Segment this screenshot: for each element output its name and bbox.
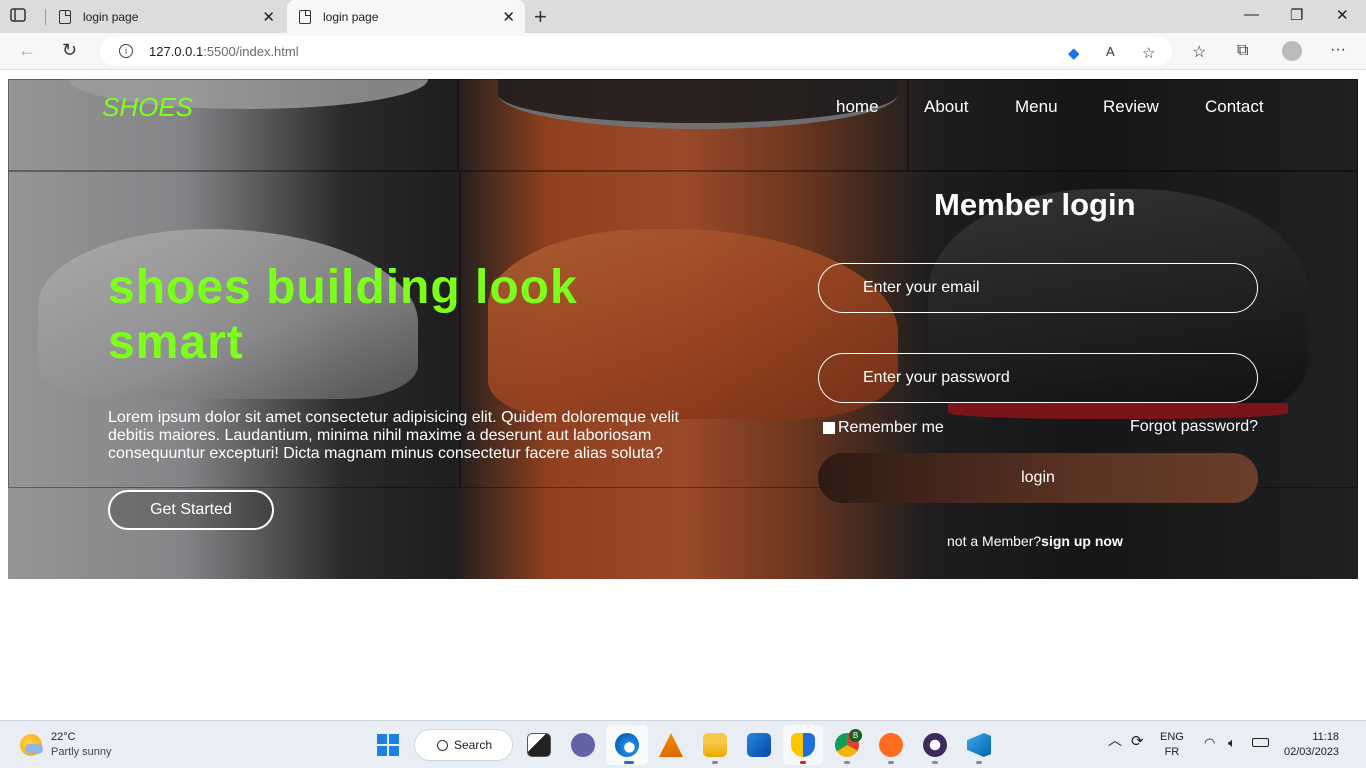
volume-icon[interactable]: 🔈︎ xyxy=(1228,735,1236,750)
taskbar: 22°C Partly sunny Search B ︿ ⟳ ENG FR ◠ … xyxy=(0,720,1366,768)
task-view-icon[interactable] xyxy=(527,733,551,757)
partly-sunny-icon xyxy=(20,734,43,756)
login-button[interactable]: login xyxy=(818,453,1258,503)
favorites-icon[interactable]: ☆ xyxy=(1192,42,1206,62)
language-code: ENG xyxy=(1160,731,1184,743)
weather-temp: 22°C xyxy=(51,731,76,743)
edge-icon[interactable] xyxy=(615,733,639,757)
clock-date: 02/03/2023 xyxy=(1284,746,1340,758)
shopping-tag-icon[interactable]: ◆ xyxy=(1068,44,1080,62)
tab-actions-icon[interactable] xyxy=(10,7,30,25)
close-tab-icon[interactable]: ✕ xyxy=(502,8,515,26)
input-language[interactable]: ENG FR xyxy=(1160,730,1184,760)
browser-tab-active[interactable]: login page ✕ xyxy=(287,0,525,33)
checkbox-icon[interactable] xyxy=(823,422,835,434)
weather-desc: Partly sunny xyxy=(51,746,112,758)
forgot-password-link[interactable]: Forgot password? xyxy=(1130,418,1258,436)
alert-indicator xyxy=(800,761,806,764)
clock[interactable]: 11:18 02/03/2023 xyxy=(1284,730,1339,760)
back-icon[interactable]: ← xyxy=(18,40,36,61)
site-logo[interactable]: SHOES xyxy=(102,92,193,123)
email-field[interactable] xyxy=(818,263,1258,313)
clock-time: 11:18 xyxy=(1312,731,1340,743)
nav-review[interactable]: Review xyxy=(1103,97,1159,117)
login-title: Member login xyxy=(934,187,1136,222)
remember-me-checkbox[interactable]: Remember me xyxy=(823,419,944,437)
weather-widget[interactable]: 22°C Partly sunny xyxy=(20,730,112,760)
more-menu-icon[interactable]: ··· xyxy=(1330,41,1346,59)
browser-toolbar: ← ↻ i 127.0.0.1:5500/index.html ◆ A ☆ ☆ … xyxy=(0,33,1366,70)
file-explorer-icon[interactable] xyxy=(703,733,727,757)
search-icon xyxy=(437,739,448,751)
security-shield-icon[interactable] xyxy=(791,733,815,757)
chat-icon[interactable] xyxy=(571,733,595,757)
nav-menu[interactable]: Menu xyxy=(1015,97,1058,117)
media-player-icon[interactable] xyxy=(923,733,947,757)
page-icon xyxy=(299,9,311,24)
hero-description: Lorem ipsum dolor sit amet consectetur a… xyxy=(108,409,679,462)
signup-text: not a Member?sign up now xyxy=(947,533,1123,549)
battery-icon[interactable] xyxy=(1252,738,1269,747)
new-tab-icon[interactable]: + xyxy=(534,4,547,30)
remember-me-label: Remember me xyxy=(838,419,944,436)
browser-tab-strip: login page ✕ login page ✕ + — ❐ ✕ xyxy=(0,0,1366,33)
running-indicator xyxy=(932,761,938,764)
running-indicator xyxy=(844,761,850,764)
site-info-icon[interactable]: i xyxy=(119,44,133,58)
password-field[interactable] xyxy=(818,353,1258,403)
tab-title: login page xyxy=(83,9,139,24)
url-path: :5500/index.html xyxy=(203,43,299,59)
page-icon xyxy=(59,9,71,24)
close-window-icon[interactable]: ✕ xyxy=(1336,6,1349,24)
vscode-icon[interactable] xyxy=(967,733,991,757)
nav-home[interactable]: home xyxy=(836,97,879,117)
running-indicator xyxy=(976,761,982,764)
sync-icon[interactable]: ⟳ xyxy=(1131,734,1144,749)
refresh-icon[interactable]: ↻ xyxy=(62,40,77,61)
nav-contact[interactable]: Contact xyxy=(1205,97,1264,117)
profile-avatar[interactable] xyxy=(1282,41,1302,61)
nav-about[interactable]: About xyxy=(924,97,968,117)
chrome-profile-badge: B xyxy=(849,729,862,742)
add-favorite-icon[interactable]: ☆ xyxy=(1142,44,1155,62)
running-indicator xyxy=(888,761,894,764)
vlc-icon[interactable] xyxy=(659,733,683,757)
store-icon[interactable] xyxy=(747,733,771,757)
keyboard-layout: FR xyxy=(1164,746,1180,758)
running-indicator xyxy=(624,761,634,764)
url-host: 127.0.0.1 xyxy=(149,43,204,59)
address-bar[interactable]: i 127.0.0.1:5500/index.html ◆ A ☆ xyxy=(100,36,1172,66)
hero-title: shoes building look smart xyxy=(108,261,578,369)
show-hidden-icons[interactable]: ︿ xyxy=(1108,733,1122,748)
windows-start-icon[interactable] xyxy=(377,734,399,756)
search-label: Search xyxy=(454,738,493,752)
signup-link[interactable]: sign up now xyxy=(1041,533,1123,549)
get-started-button[interactable]: Get Started xyxy=(108,490,274,530)
swift-icon[interactable] xyxy=(879,733,903,757)
page-hero: SHOES home About Menu Review Contact sho… xyxy=(8,79,1358,579)
restore-icon[interactable]: ❐ xyxy=(1290,6,1303,24)
close-tab-icon[interactable]: ✕ xyxy=(262,8,275,26)
taskbar-search[interactable]: Search xyxy=(414,729,513,761)
collections-icon[interactable]: ⧉ xyxy=(1237,42,1248,60)
read-aloud-icon[interactable]: A xyxy=(1106,44,1115,59)
tab-separator xyxy=(45,9,46,25)
minimize-icon[interactable]: — xyxy=(1244,6,1259,23)
tab-title: login page xyxy=(323,9,379,24)
wifi-icon[interactable]: ◠ xyxy=(1204,735,1215,750)
signup-prefix: not a Member? xyxy=(947,533,1042,549)
running-indicator xyxy=(712,761,718,764)
browser-tab[interactable]: login page ✕ xyxy=(47,0,285,33)
